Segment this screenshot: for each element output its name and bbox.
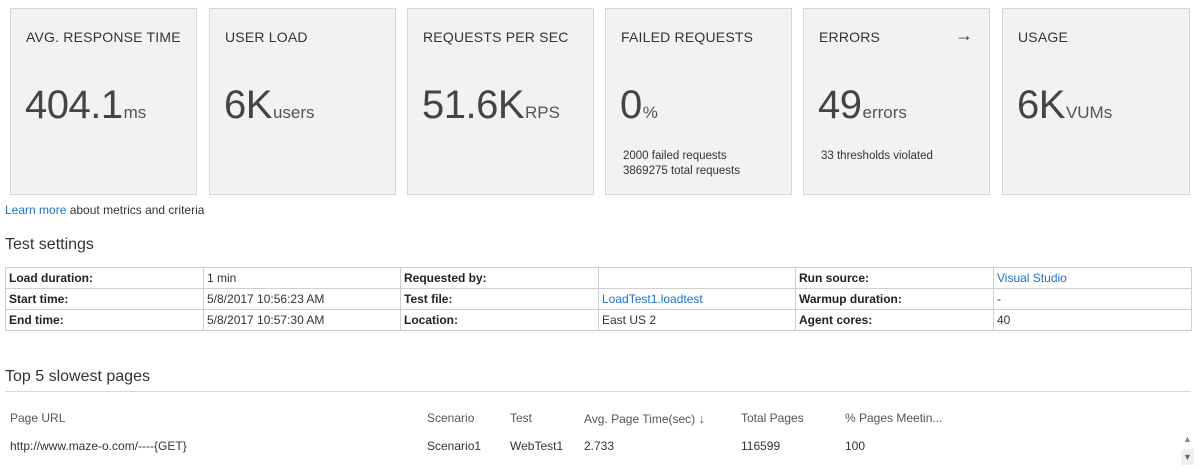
test-settings-table: Load duration: 1 min Requested by: Run s… <box>5 267 1192 331</box>
col-test[interactable]: Test <box>510 411 532 425</box>
card-details: 33 thresholds violated <box>821 149 933 164</box>
col-avg-page-time-label: Avg. Page Time(sec) <box>584 412 696 426</box>
failed-requests-count: 2000 failed requests <box>623 150 727 162</box>
section-divider <box>5 391 1191 392</box>
card-metric: 6KVUMs <box>1017 83 1112 128</box>
scroll-down-icon[interactable]: ▼ <box>1181 449 1194 465</box>
card-unit: VUMs <box>1065 103 1113 122</box>
card-details: 2000 failed requests 3869275 total reque… <box>623 149 740 179</box>
card-value: 0 <box>620 83 642 127</box>
card-requests-per-sec[interactable]: REQUESTS PER SEC 51.6KRPS <box>407 8 594 195</box>
table-row[interactable]: http://www.maze-o.com/----{GET} Scenario… <box>10 439 1175 459</box>
col-total-pages[interactable]: Total Pages <box>741 411 804 425</box>
total-requests-count: 3869275 total requests <box>623 165 741 177</box>
warmup-duration-value: - <box>993 288 1192 310</box>
load-duration-value: 1 min <box>203 267 401 289</box>
card-unit: ms <box>123 103 147 122</box>
card-unit: users <box>272 103 315 122</box>
requested-by-value <box>598 267 796 289</box>
learn-more-link[interactable]: Learn more <box>5 203 66 217</box>
learn-more-line: Learn more about metrics and criteria <box>5 203 204 217</box>
card-value: 6K <box>224 83 272 127</box>
slowest-pages-title: Top 5 slowest pages <box>5 368 150 385</box>
card-metric: 404.1ms <box>25 83 146 128</box>
thresholds-violated: 33 thresholds violated <box>821 150 933 162</box>
location-label: Location: <box>400 309 599 331</box>
card-title: ERRORS <box>819 29 881 45</box>
card-metric: 6Kusers <box>224 83 315 128</box>
avg-page-time-cell: 2.733 <box>584 439 615 453</box>
card-unit: % <box>642 103 658 122</box>
card-metric: 51.6KRPS <box>422 83 560 128</box>
col-pages-meeting[interactable]: % Pages Meetin... <box>845 411 942 425</box>
card-value: 404.1 <box>25 83 123 127</box>
learn-more-text: about metrics and criteria <box>66 203 205 217</box>
card-unit: errors <box>862 103 907 122</box>
col-page-url[interactable]: Page URL <box>10 411 65 425</box>
location-value: East US 2 <box>598 309 796 331</box>
pages-meeting-cell: 100 <box>845 439 866 453</box>
page-url-cell: http://www.maze-o.com/----{GET} <box>10 439 187 453</box>
agent-cores-label: Agent cores: <box>795 309 994 331</box>
end-time-value: 5/8/2017 10:57:30 AM <box>203 309 401 331</box>
card-failed-requests[interactable]: FAILED REQUESTS 0% 2000 failed requests … <box>605 8 792 195</box>
sort-down-icon: ↓ <box>698 411 706 426</box>
card-unit: RPS <box>525 103 560 122</box>
card-title: USAGE <box>1018 29 1069 45</box>
scroll-up-icon[interactable]: ▲ <box>1181 433 1194 445</box>
card-title: REQUESTS PER SEC <box>423 29 569 45</box>
card-value: 49 <box>818 83 862 127</box>
end-time-label: End time: <box>5 309 204 331</box>
warmup-duration-label: Warmup duration: <box>795 288 994 310</box>
card-avg-response-time[interactable]: AVG. RESPONSE TIME 404.1ms <box>10 8 197 195</box>
pages-header-row: Page URL Scenario Test Avg. Page Time(se… <box>10 411 1175 431</box>
settings-row: End time: 5/8/2017 10:57:30 AM Location:… <box>5 309 1192 331</box>
test-file-link[interactable]: LoadTest1.loadtest <box>598 288 796 310</box>
run-source-link[interactable]: Visual Studio <box>993 267 1192 289</box>
load-duration-label: Load duration: <box>5 267 204 289</box>
test-settings-title: Test settings <box>5 236 94 253</box>
col-scenario[interactable]: Scenario <box>427 411 474 425</box>
metric-cards: AVG. RESPONSE TIME 404.1ms USER LOAD 6Ku… <box>10 8 1190 195</box>
run-source-label: Run source: <box>795 267 994 289</box>
card-value: 51.6K <box>422 83 525 127</box>
card-title: AVG. RESPONSE TIME <box>26 29 181 45</box>
col-avg-page-time[interactable]: Avg. Page Time(sec) ↓ <box>584 411 705 426</box>
requested-by-label: Requested by: <box>400 267 599 289</box>
test-file-label: Test file: <box>400 288 599 310</box>
card-usage[interactable]: USAGE 6KVUMs <box>1002 8 1190 195</box>
agent-cores-value: 40 <box>993 309 1192 331</box>
settings-row: Start time: 5/8/2017 10:56:23 AM Test fi… <box>5 288 1192 310</box>
card-value: 6K <box>1017 83 1065 127</box>
card-metric: 0% <box>620 83 658 128</box>
arrow-right-icon[interactable]: → <box>955 25 973 46</box>
scenario-cell: Scenario1 <box>427 439 482 453</box>
card-title: FAILED REQUESTS <box>621 29 754 45</box>
card-user-load[interactable]: USER LOAD 6Kusers <box>209 8 396 195</box>
card-errors[interactable]: ERRORS → 49errors 33 thresholds violated <box>803 8 990 195</box>
card-metric: 49errors <box>818 83 907 128</box>
start-time-value: 5/8/2017 10:56:23 AM <box>203 288 401 310</box>
start-time-label: Start time: <box>5 288 204 310</box>
total-pages-cell: 116599 <box>741 439 781 453</box>
card-title: USER LOAD <box>225 29 308 45</box>
settings-row: Load duration: 1 min Requested by: Run s… <box>5 267 1192 289</box>
test-cell: WebTest1 <box>510 439 564 453</box>
